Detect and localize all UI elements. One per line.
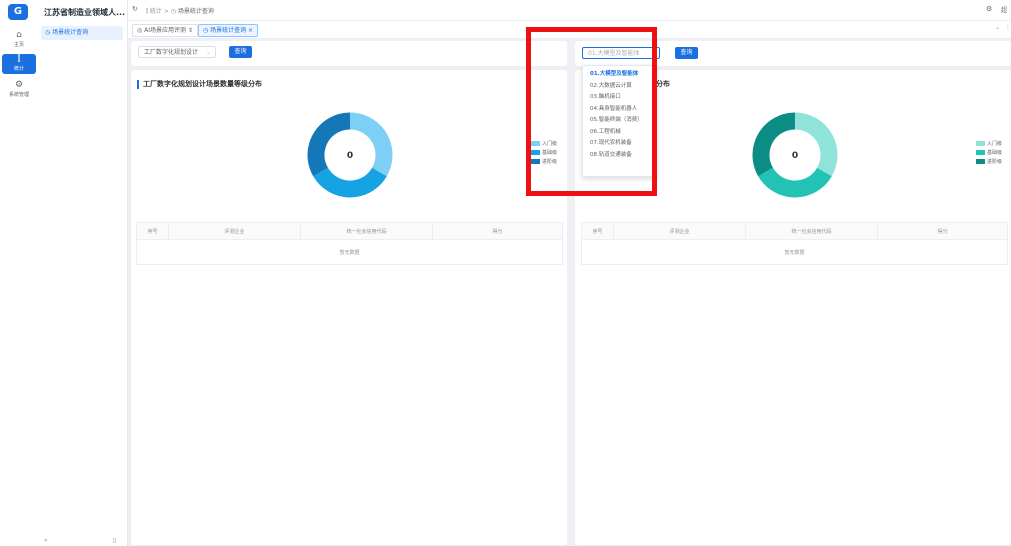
select-value: 工厂数字化规划设计 — [144, 49, 199, 56]
rail-item-stats[interactable]: ⫿ 统计 — [2, 54, 36, 74]
table-header-row: 序号 评测企业 统一社会信用代码 得分 — [581, 222, 1008, 240]
chevron-down-icon[interactable]: ⌄ — [995, 24, 1000, 31]
column-header: 统一社会信用代码 — [300, 222, 433, 240]
donut-center-value: 0 — [792, 151, 798, 161]
user-name[interactable]: 超 — [1001, 5, 1007, 14]
tab-ai-eval[interactable]: ◎ AI场景应用评测 ⇕ — [132, 24, 198, 37]
rail-item-label: 统计 — [13, 66, 24, 72]
legend-label: 入门级 — [987, 141, 1003, 147]
table-empty-row: 暂无数据 — [581, 239, 1008, 265]
donut-center-value: 0 — [347, 151, 353, 161]
home-icon: ⌂ — [16, 30, 22, 40]
tab-scene-stats[interactable]: ◷ 场景统计查询 × — [198, 24, 259, 37]
top-bar — [128, 0, 1011, 21]
sidebar — [38, 0, 128, 546]
pin-icon[interactable]: ▯ — [113, 537, 116, 544]
highlight-box — [526, 27, 657, 196]
stats-icon: ⫿ — [146, 8, 148, 15]
column-header: 序号 — [136, 222, 169, 240]
column-header: 得分 — [877, 222, 1008, 240]
app-logo: G — [8, 4, 28, 20]
section-title-left: 工厂数字化规划设计场景数量等级分布 — [137, 80, 262, 89]
settings-icon[interactable]: ⚙ — [986, 5, 992, 13]
legend-item[interactable]: 基础级 — [976, 149, 1002, 158]
results-table-left: 序号 评测企业 统一社会信用代码 得分 暂无数据 — [136, 222, 563, 265]
column-header: 评测企业 — [613, 222, 746, 240]
donut-chart-right: 0 — [752, 112, 838, 198]
legend-swatch — [976, 150, 985, 155]
donut-chart-left: 0 — [307, 112, 393, 198]
rail-item-label: 系统管理 — [8, 92, 29, 98]
rail-item-label: 主页 — [13, 42, 24, 48]
table-header-row: 序号 评测企业 统一社会信用代码 得分 — [136, 222, 563, 240]
rail-item-home[interactable]: ⌂ 主页 — [2, 30, 36, 48]
collapse-icon[interactable]: « — [44, 537, 48, 544]
column-header: 评测企业 — [168, 222, 301, 240]
breadcrumb-item[interactable]: 统计 — [150, 8, 162, 15]
results-table-right: 序号 评测企业 统一社会信用代码 得分 暂无数据 — [581, 222, 1008, 265]
breadcrumb: ⫿ 统计 > ◷ 场景统计查询 — [146, 6, 214, 16]
column-header: 统一社会信用代码 — [745, 222, 878, 240]
gear-icon: ⚙ — [14, 80, 24, 90]
query-button-left[interactable]: 查询 — [229, 46, 252, 58]
more-icon[interactable]: ⋮ — [1005, 24, 1011, 31]
breadcrumb-separator: > — [163, 8, 169, 15]
legend-label: 基础级 — [987, 150, 1003, 156]
legend-swatch — [976, 141, 985, 146]
sidebar-item-scene-stats[interactable]: ◷ 场景统计查询 — [41, 26, 123, 40]
section-title-right: 分布 — [656, 80, 670, 88]
rail-item-system[interactable]: ⚙ 系统管理 — [2, 80, 36, 98]
breadcrumb-item: 场景统计查询 — [177, 8, 214, 15]
refresh-icon[interactable]: ↻ — [132, 5, 138, 13]
table-empty-row: 暂无数据 — [136, 239, 563, 265]
empty-text: 暂无数据 — [581, 239, 1008, 265]
stats-icon: ⫿ — [17, 54, 21, 64]
column-header: 得分 — [432, 222, 563, 240]
column-header: 序号 — [581, 222, 614, 240]
legend-swatch — [976, 159, 985, 164]
scene-select-left[interactable]: 工厂数字化规划设计 ⌄ — [138, 46, 216, 58]
chevron-down-icon: ⌄ — [205, 49, 211, 56]
app-title: 江苏省制造业领域人... — [44, 8, 126, 17]
legend-label: 进阶级 — [987, 159, 1003, 165]
legend-right: 入门级 基础级 进阶级 — [976, 140, 1002, 167]
legend-item[interactable]: 入门级 — [976, 140, 1002, 149]
empty-text: 暂无数据 — [136, 239, 563, 265]
query-button-right[interactable]: 查询 — [675, 47, 698, 59]
legend-item[interactable]: 进阶级 — [976, 158, 1002, 167]
clock-icon: ◷ — [170, 8, 176, 15]
